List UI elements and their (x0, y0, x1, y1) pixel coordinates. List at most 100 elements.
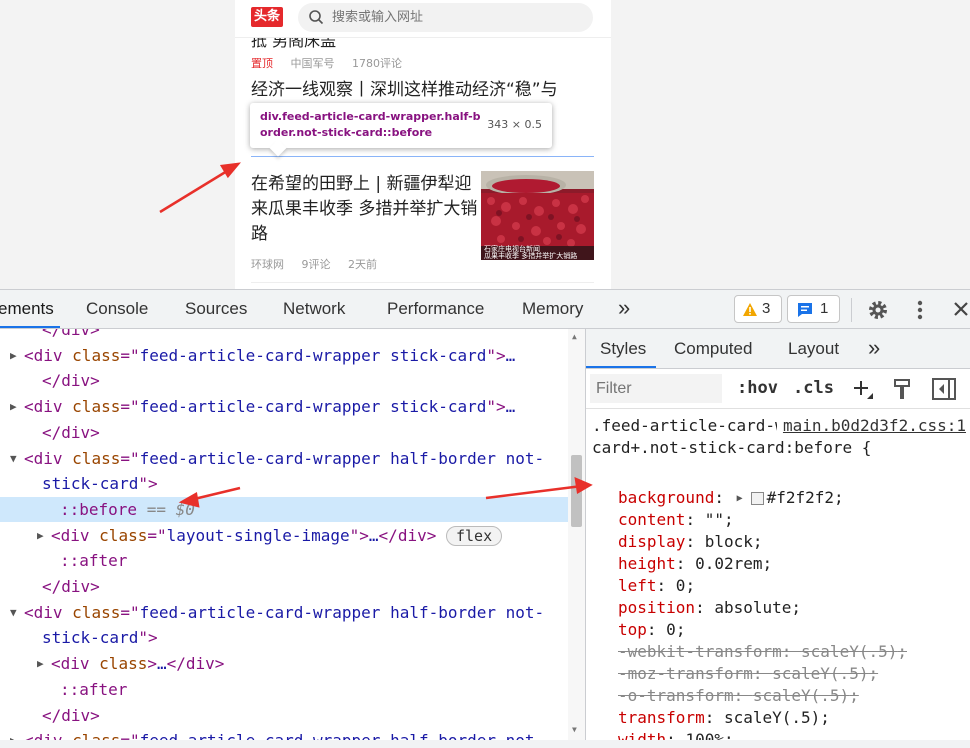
css-declaration[interactable]: background: ▶ #f2f2f2; (618, 487, 844, 509)
dom-node-row[interactable]: </div> (0, 703, 568, 728)
css-property-name[interactable]: background (618, 488, 714, 507)
more-tabs-button[interactable]: » (618, 295, 630, 321)
css-property-value[interactable]: scaleY(.5) (753, 686, 849, 705)
article-title[interactable]: 经济一线观察丨深圳这样推动经济“稳”与 (251, 78, 558, 103)
gear-icon[interactable] (866, 298, 890, 322)
css-property-name[interactable]: display (618, 532, 685, 551)
css-property-name[interactable]: transform (618, 708, 705, 727)
tab-computed[interactable]: Computed (674, 339, 752, 359)
elements-tree[interactable]: </div> ▶ <div class="feed-article-card-wra… (0, 329, 586, 748)
scroll-up-arrow-icon[interactable]: ▲ (572, 332, 577, 341)
dom-node-row[interactable]: stick-card"> (0, 625, 568, 650)
styles-filter-input[interactable] (590, 374, 722, 403)
css-declaration[interactable]: display: block; (618, 531, 763, 553)
kebab-menu-icon[interactable] (912, 298, 928, 322)
css-property-value[interactable]: scaleY(.5) (724, 708, 820, 727)
color-swatch[interactable] (750, 492, 764, 505)
tab-memory[interactable]: Memory (522, 299, 583, 319)
dom-node-row[interactable]: </div> (0, 574, 568, 599)
css-declaration[interactable]: content: ""; (618, 509, 734, 531)
dom-node-row[interactable]: ▶ <div class="feed-article-card-wrapper s… (0, 343, 568, 368)
css-property-value[interactable]: block (705, 532, 753, 551)
dom-node-row[interactable]: ▼ <div class="feed-article-card-wrapper h… (0, 600, 568, 625)
toutiao-logo[interactable]: 头条 (251, 7, 283, 27)
css-declaration[interactable]: -webkit-transform: scaleY(.5); (618, 641, 907, 663)
css-declaration[interactable]: -o-transform: scaleY(.5); (618, 685, 859, 707)
tab-styles[interactable]: Styles (600, 339, 646, 359)
css-property-value[interactable]: scaleY(.5) (772, 664, 868, 683)
dom-node-row[interactable]: ▶ <div class="layout-single-image">…</div… (0, 523, 568, 548)
css-property-value[interactable]: #f2f2f2 (767, 488, 834, 507)
css-property-value[interactable]: "" (705, 510, 724, 529)
dom-node-row[interactable]: ▶ <div class="feed-article-card-wrapper s… (0, 394, 568, 419)
article-thumbnail[interactable]: 石家庄电视台新闻 瓜果丰收季 多措并举扩大销路 (481, 171, 594, 260)
tab-performance[interactable]: Performance (387, 299, 484, 319)
toggle-sidebar-icon[interactable] (932, 378, 956, 400)
css-property-value[interactable]: 0 (676, 576, 686, 595)
css-property-name[interactable]: -webkit-transform (618, 642, 782, 661)
tab-sources[interactable]: Sources (185, 299, 247, 319)
search-input[interactable] (332, 7, 572, 28)
css-property-name[interactable]: position (618, 598, 695, 617)
css-property-name[interactable]: -moz-transform (618, 664, 753, 683)
css-property-name[interactable]: top (618, 620, 647, 639)
css-property-name[interactable]: height (618, 554, 676, 573)
dom-token: </div> (166, 654, 225, 674)
elements-scrollbar[interactable]: ▲ ▼ (568, 329, 585, 748)
expand-triangle-icon[interactable]: ▶ (37, 651, 51, 676)
css-property-value[interactable]: scaleY(.5) (801, 642, 897, 661)
scrollbar-thumb[interactable] (571, 455, 582, 527)
dom-node-row[interactable]: </div> (0, 420, 568, 445)
css-property-name[interactable]: left (618, 576, 657, 595)
css-declaration[interactable]: position: absolute; (618, 597, 801, 619)
dom-node-row[interactable]: ▼ <div class="feed-article-card-wrapper h… (0, 446, 568, 471)
add-rule-icon[interactable] (852, 379, 874, 401)
warnings-badge[interactable]: 3 (734, 295, 782, 323)
active-styles-tab-indicator (586, 366, 656, 368)
close-icon[interactable] (952, 300, 970, 318)
more-styles-tabs-button[interactable]: » (868, 335, 880, 361)
css-property-value[interactable]: 0.02rem (695, 554, 762, 573)
expand-triangle-icon[interactable]: ▶ (10, 394, 24, 419)
css-declaration[interactable]: left: 0; (618, 575, 695, 597)
class-toggle[interactable]: .cls (793, 378, 834, 398)
dom-node-row[interactable]: </div> (0, 368, 568, 393)
tab-network[interactable]: Network (283, 299, 345, 319)
css-declaration[interactable]: height: 0.02rem; (618, 553, 772, 575)
css-declaration[interactable]: -moz-transform: scaleY(.5); (618, 663, 878, 685)
dom-node-row[interactable]: ::after (0, 548, 568, 573)
expand-shorthand-icon[interactable]: ▶ (737, 488, 747, 510)
search-box[interactable] (298, 3, 593, 32)
dom-node-row[interactable]: </div> (0, 329, 568, 342)
dom-token: ::after (60, 679, 128, 699)
css-declaration[interactable]: top: 0; (618, 619, 685, 641)
expand-triangle-icon[interactable]: ▶ (37, 523, 51, 548)
selected-dom-node[interactable]: ::before == $0 (0, 496, 568, 522)
dom-node-row[interactable]: ::after (0, 677, 568, 702)
dom-node-row[interactable]: stick-card"> (0, 471, 568, 496)
css-property-value[interactable]: absolute (714, 598, 791, 617)
stylesheet-link[interactable]: main.b0d2d3f2.css:1 (776, 415, 966, 437)
paint-brush-icon[interactable] (892, 378, 912, 400)
dom-token: … (505, 397, 516, 417)
messages-badge[interactable]: 1 (787, 295, 840, 323)
tab-layout[interactable]: Layout (788, 339, 839, 359)
hover-state-toggle[interactable]: :hov (737, 378, 778, 398)
css-declaration[interactable]: transform: scaleY(.5); (618, 707, 830, 729)
scroll-down-arrow-icon[interactable]: ▼ (572, 725, 577, 734)
css-property-name[interactable]: content (618, 510, 685, 529)
dom-token: stick-card (42, 474, 139, 494)
collapse-triangle-icon[interactable]: ▼ (10, 446, 24, 471)
expand-triangle-icon[interactable]: ▶ (10, 343, 24, 368)
article-title[interactable]: 在希望的田野上 | 新疆伊犁迎来瓜果丰收季 多措并举扩大销路 (251, 172, 481, 247)
tab-elements[interactable]: ements (0, 299, 54, 319)
css-property-name[interactable]: -o-transform (618, 686, 734, 705)
css-property-value[interactable]: 0 (666, 620, 676, 639)
tab-console[interactable]: Console (86, 299, 148, 319)
dom-node-row[interactable]: ▶ <div class>…</div> (0, 651, 568, 676)
collapse-triangle-icon[interactable]: ▼ (10, 600, 24, 625)
colon: : (704, 708, 724, 727)
flex-badge[interactable]: flex (445, 526, 503, 547)
dom-token: <div (51, 525, 100, 545)
